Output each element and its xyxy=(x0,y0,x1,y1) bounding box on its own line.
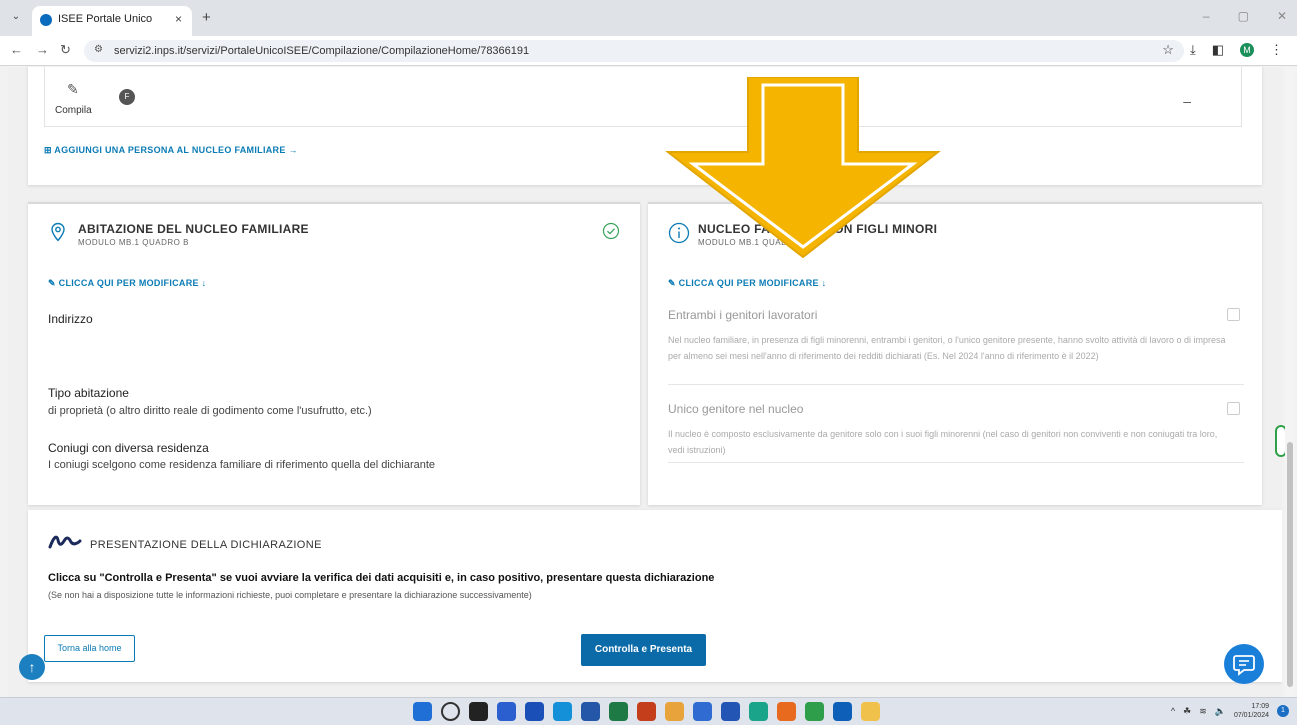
windows-start-icon[interactable] xyxy=(413,702,432,721)
torna-alla-home-button[interactable]: Torna alla home xyxy=(44,635,135,662)
tipo-abitazione-label: Tipo abitazione xyxy=(48,386,129,400)
volume-icon[interactable]: 🔈 xyxy=(1215,706,1226,717)
app-s-icon[interactable] xyxy=(553,702,572,721)
edit-icon: ✎ xyxy=(48,278,59,288)
forward-icon[interactable]: → xyxy=(36,42,49,57)
download-icon[interactable]: ⤓ xyxy=(1190,42,1196,58)
member-value-dash: – xyxy=(1183,93,1191,109)
member-row: ✎ Compila F – xyxy=(44,67,1242,127)
indirizzo-label: Indirizzo xyxy=(48,312,93,326)
app-triangle-icon[interactable] xyxy=(665,702,684,721)
wifi-icon[interactable]: ≋ xyxy=(1199,706,1207,717)
pencil-icon[interactable]: ✎ xyxy=(67,81,79,98)
word-icon[interactable] xyxy=(581,702,600,721)
window-controls: – ▢ ✕ xyxy=(1203,9,1287,23)
tray-app-icon[interactable]: ☘ xyxy=(1183,706,1191,717)
chat-app-icon[interactable] xyxy=(497,702,516,721)
coniugi-label: Coniugi con diversa residenza xyxy=(48,441,209,455)
presentazione-card: PRESENTAZIONE DELLA DICHIARAZIONE Clicca… xyxy=(28,510,1282,682)
clock-date: 07/01/2024 xyxy=(1233,712,1269,719)
scroll-top-button[interactable]: ↑ xyxy=(19,654,45,680)
reload-icon[interactable]: ↻ xyxy=(60,42,71,58)
tab-list-icon[interactable]: ⌄ xyxy=(8,9,24,25)
option-checkbox[interactable] xyxy=(1227,402,1240,415)
browser-tab[interactable]: ISEE Portale Unico × xyxy=(32,6,192,36)
tab-title: ISEE Portale Unico xyxy=(58,13,153,25)
member-avatar: F xyxy=(119,89,135,105)
option-checkbox[interactable] xyxy=(1227,308,1240,321)
system-tray: ^ ☘ ≋ 🔈 17:09 07/01/2024 1 xyxy=(1171,702,1289,720)
url-field[interactable]: ⚙ servizi2.inps.it/servizi/PortaleUnicoI… xyxy=(84,40,1184,62)
chat-button[interactable] xyxy=(1224,644,1264,684)
notification-badge[interactable]: 1 xyxy=(1277,705,1289,717)
edge-icon[interactable] xyxy=(749,702,768,721)
abitazione-title: ABITAZIONE DEL NUCLEO FAMILIARE xyxy=(78,222,309,236)
back-icon[interactable]: ← xyxy=(10,42,23,57)
tipo-abitazione-value: di proprietà (o altro diritto reale di g… xyxy=(48,405,372,417)
outlook-icon[interactable] xyxy=(833,702,852,721)
edit-link-label: CLICCA QUI PER MODIFICARE ↓ xyxy=(678,278,827,288)
signature-icon xyxy=(48,535,82,549)
page-scrollbar[interactable] xyxy=(1285,67,1295,697)
abitazione-subtitle: MODULO MB.1 QUADRO B xyxy=(78,238,189,247)
search-icon[interactable] xyxy=(441,702,460,721)
completed-check-icon xyxy=(602,222,620,240)
annotation-arrow-icon xyxy=(665,77,941,259)
tab-close-icon[interactable]: × xyxy=(175,12,182,26)
chat-icon xyxy=(1233,655,1255,676)
chrome-icon[interactable] xyxy=(805,702,824,721)
app-z2-icon[interactable] xyxy=(721,702,740,721)
inps-favicon-icon xyxy=(40,14,52,26)
presentazione-instructions: Clicca su "Controlla e Presenta" se vuoi… xyxy=(48,572,715,584)
option-title: Unico genitore nel nucleo xyxy=(668,402,804,416)
close-window-icon[interactable]: ✕ xyxy=(1277,9,1287,23)
location-pin-icon xyxy=(51,222,65,242)
abitazione-edit-link[interactable]: ✎ CLICCA QUI PER MODIFICARE ↓ xyxy=(48,278,206,289)
edit-link-label: CLICCA QUI PER MODIFICARE ↓ xyxy=(58,278,207,288)
browser-tab-bar: ⌄ ISEE Portale Unico × + – ▢ ✕ xyxy=(0,0,1297,36)
page-viewport: ✎ Compila F – ⊞ AGGIUNGI UNA PERSONA AL … xyxy=(8,67,1282,697)
edit-icon: ✎ xyxy=(668,278,679,288)
firefox-icon[interactable] xyxy=(777,702,796,721)
browser-menu-icon[interactable]: ⋮ xyxy=(1270,42,1283,58)
option-description: Nel nucleo familiare, in presenza di fig… xyxy=(668,335,1226,361)
option-divider xyxy=(668,462,1244,463)
url-text: servizi2.inps.it/servizi/PortaleUnicoISE… xyxy=(114,45,530,57)
controlla-e-presenta-button[interactable]: Controlla e Presenta xyxy=(581,634,706,666)
option-title: Entrambi i genitori lavoratori xyxy=(668,308,818,322)
nucleo-members-card: ✎ Compila F – ⊞ AGGIUNGI UNA PERSONA AL … xyxy=(28,67,1262,185)
toolbar-actions: ☆ ⤓ ◧ M ⋮ xyxy=(1162,42,1283,58)
excel-icon[interactable] xyxy=(609,702,628,721)
file-explorer-icon[interactable] xyxy=(861,702,880,721)
option-description: Il nucleo è composto esclusivamente da g… xyxy=(668,429,1218,455)
clock-time: 17:09 xyxy=(1251,703,1269,710)
tray-chevron-icon[interactable]: ^ xyxy=(1171,706,1175,716)
site-info-icon[interactable]: ⚙ xyxy=(94,44,103,55)
task-view-icon[interactable] xyxy=(469,702,488,721)
scrollbar-thumb[interactable] xyxy=(1287,442,1293,687)
abitazione-card: ABITAZIONE DEL NUCLEO FAMILIARE MODULO M… xyxy=(28,202,640,505)
compila-link[interactable]: Compila xyxy=(55,105,92,116)
presentazione-note: (Se non hai a disposizione tutte le info… xyxy=(48,590,532,600)
taskbar-apps xyxy=(413,702,880,721)
bookmark-star-icon[interactable]: ☆ xyxy=(1162,42,1174,58)
nucleo-minori-edit-link[interactable]: ✎ CLICCA QUI PER MODIFICARE ↓ xyxy=(668,278,826,289)
coniugi-value: I coniugi scelgono come residenza famili… xyxy=(48,459,436,471)
option-divider xyxy=(668,384,1244,385)
restore-icon[interactable]: ▢ xyxy=(1238,9,1249,23)
sidepanel-icon[interactable]: ◧ xyxy=(1212,42,1224,58)
address-bar: ← → ↻ ⚙ servizi2.inps.it/servizi/Portale… xyxy=(0,36,1297,66)
app-z-icon[interactable] xyxy=(525,702,544,721)
app-board-icon[interactable] xyxy=(693,702,712,721)
windows-taskbar: ^ ☘ ≋ 🔈 17:09 07/01/2024 1 xyxy=(0,697,1297,725)
minimize-icon[interactable]: – xyxy=(1203,9,1210,23)
powerpoint-icon[interactable] xyxy=(637,702,656,721)
new-tab-icon[interactable]: + xyxy=(202,9,211,26)
profile-avatar[interactable]: M xyxy=(1240,43,1254,57)
presentazione-title: PRESENTAZIONE DELLA DICHIARAZIONE xyxy=(90,539,322,551)
taskbar-clock[interactable]: 17:09 07/01/2024 xyxy=(1234,702,1269,720)
add-person-link[interactable]: ⊞ AGGIUNGI UNA PERSONA AL NUCLEO FAMILIA… xyxy=(44,145,298,156)
